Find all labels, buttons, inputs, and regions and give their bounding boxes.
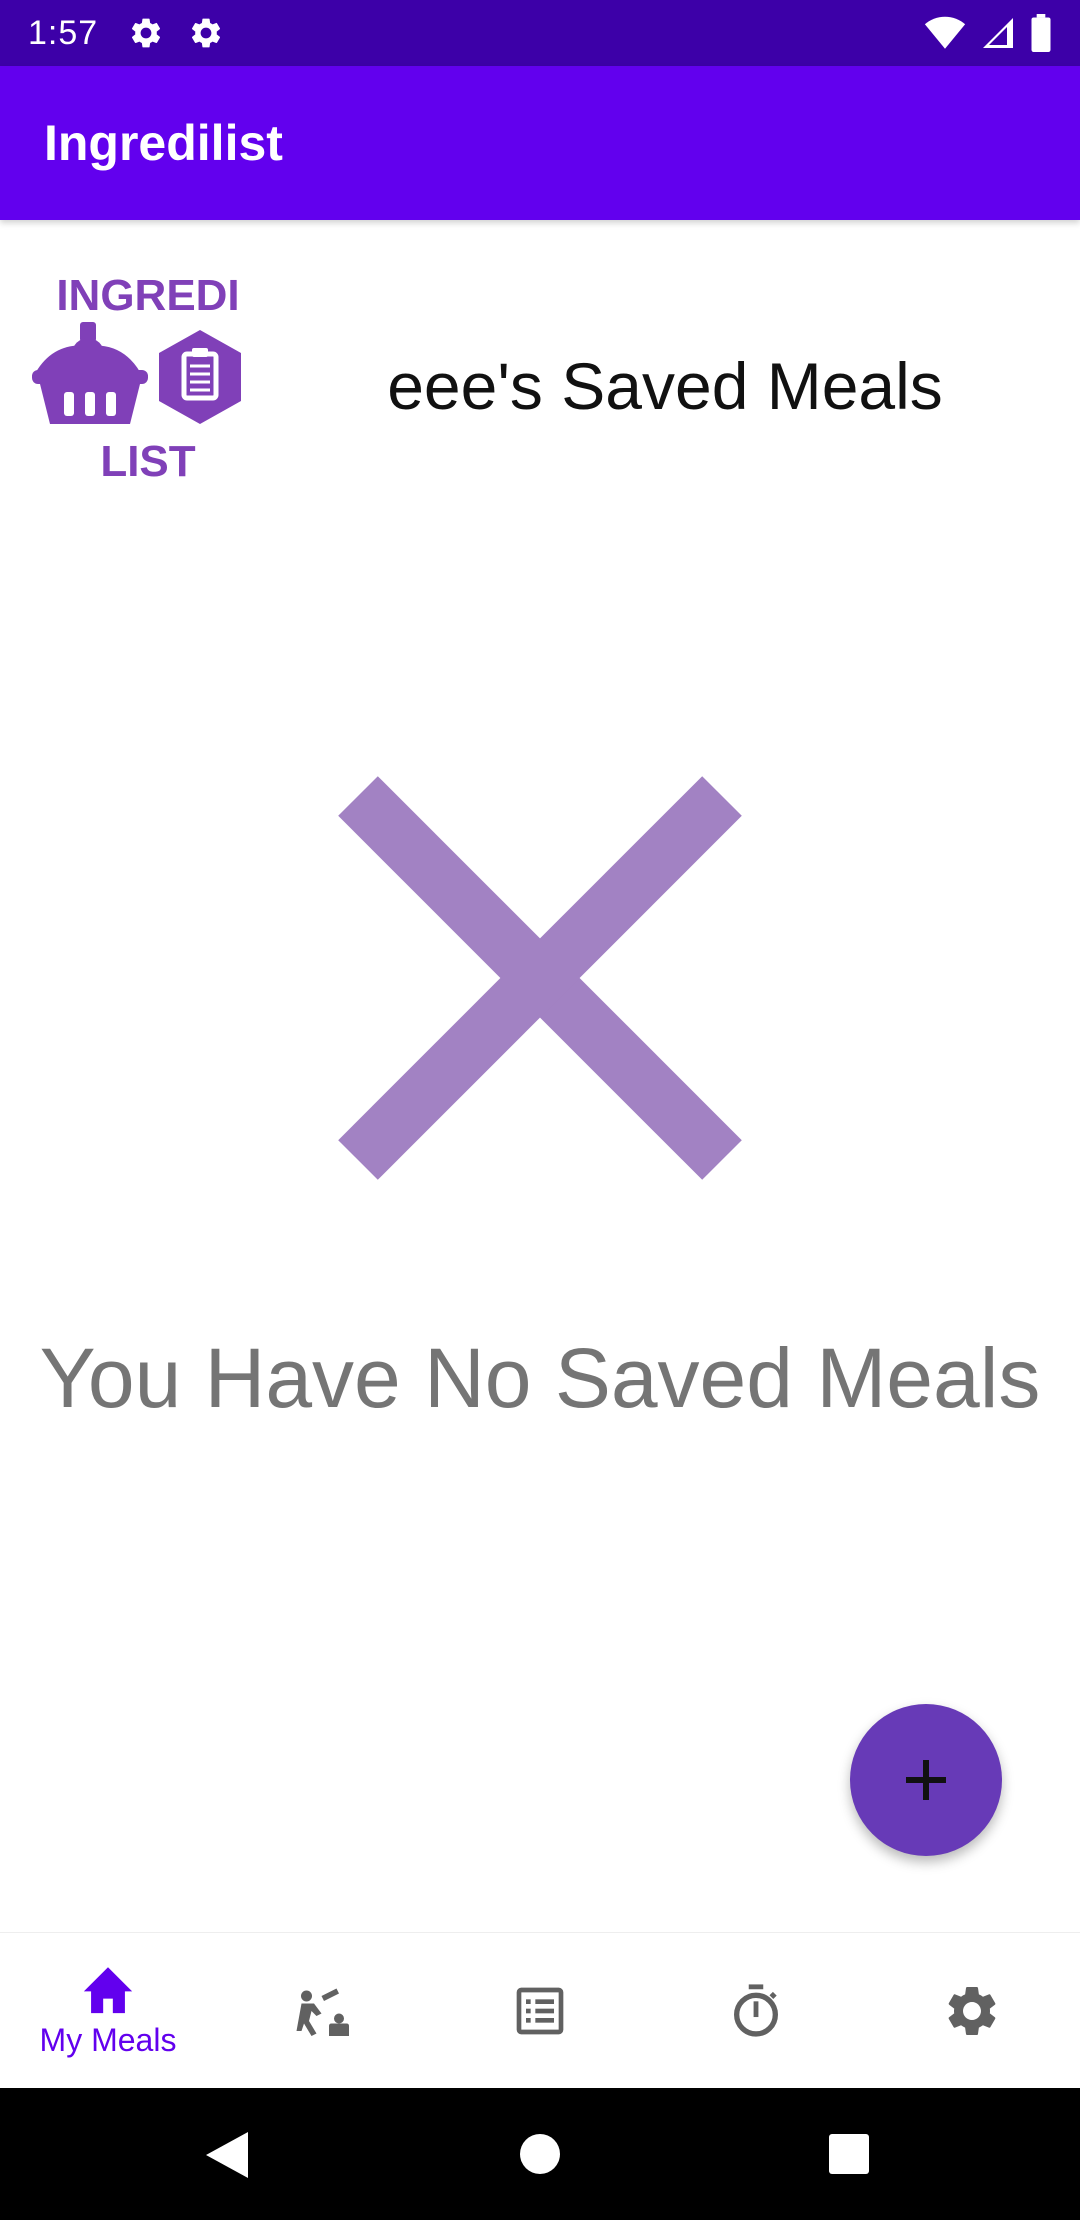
svg-text:INGREDI: INGREDI [56, 271, 239, 320]
empty-state-message: You Have No Saved Meals [39, 1331, 1041, 1425]
app-logo: INGREDI LIST [30, 262, 260, 486]
home-button-icon[interactable] [518, 2132, 562, 2176]
battery-icon [1031, 14, 1051, 52]
add-meal-button[interactable] [850, 1704, 1002, 1856]
plus-icon [906, 1760, 946, 1800]
nav-item-settings[interactable] [864, 1933, 1080, 2088]
grocery-icon [296, 1988, 349, 2036]
settings-notification-icon [186, 13, 226, 53]
page-title: eee's Saved Meals [387, 349, 943, 423]
empty-state-x-icon [338, 776, 742, 1180]
recents-icon[interactable] [828, 2133, 870, 2175]
nav-item-my-meals[interactable]: My Meals [0, 1933, 216, 2088]
nav-label-my-meals: My Meals [39, 2022, 177, 2058]
app-title: Ingredilist [44, 115, 283, 171]
back-icon[interactable] [204, 2130, 250, 2180]
list-icon [516, 1987, 564, 2034]
svg-text:LIST: LIST [100, 437, 195, 486]
timer-icon [734, 1983, 778, 2037]
settings-notification-icon [126, 13, 166, 53]
signal-icon [983, 18, 1013, 48]
status-time: 1:57 [28, 13, 99, 52]
nav-item-grocery[interactable] [216, 1933, 432, 2088]
status-icons [924, 14, 1052, 52]
app-bar: Ingredilist [0, 66, 1080, 220]
home-icon [83, 1967, 133, 2014]
wifi-icon [924, 16, 966, 49]
screen: 1:57 Ingredilist INGREDI LIST eee's Save… [0, 0, 1080, 2220]
bottom-navigation: My Meals [0, 1932, 1080, 2088]
nav-item-list[interactable] [432, 1933, 648, 2088]
status-bar: 1:57 [0, 0, 1080, 66]
nav-item-timer[interactable] [648, 1933, 864, 2088]
settings-icon [948, 1986, 996, 2035]
